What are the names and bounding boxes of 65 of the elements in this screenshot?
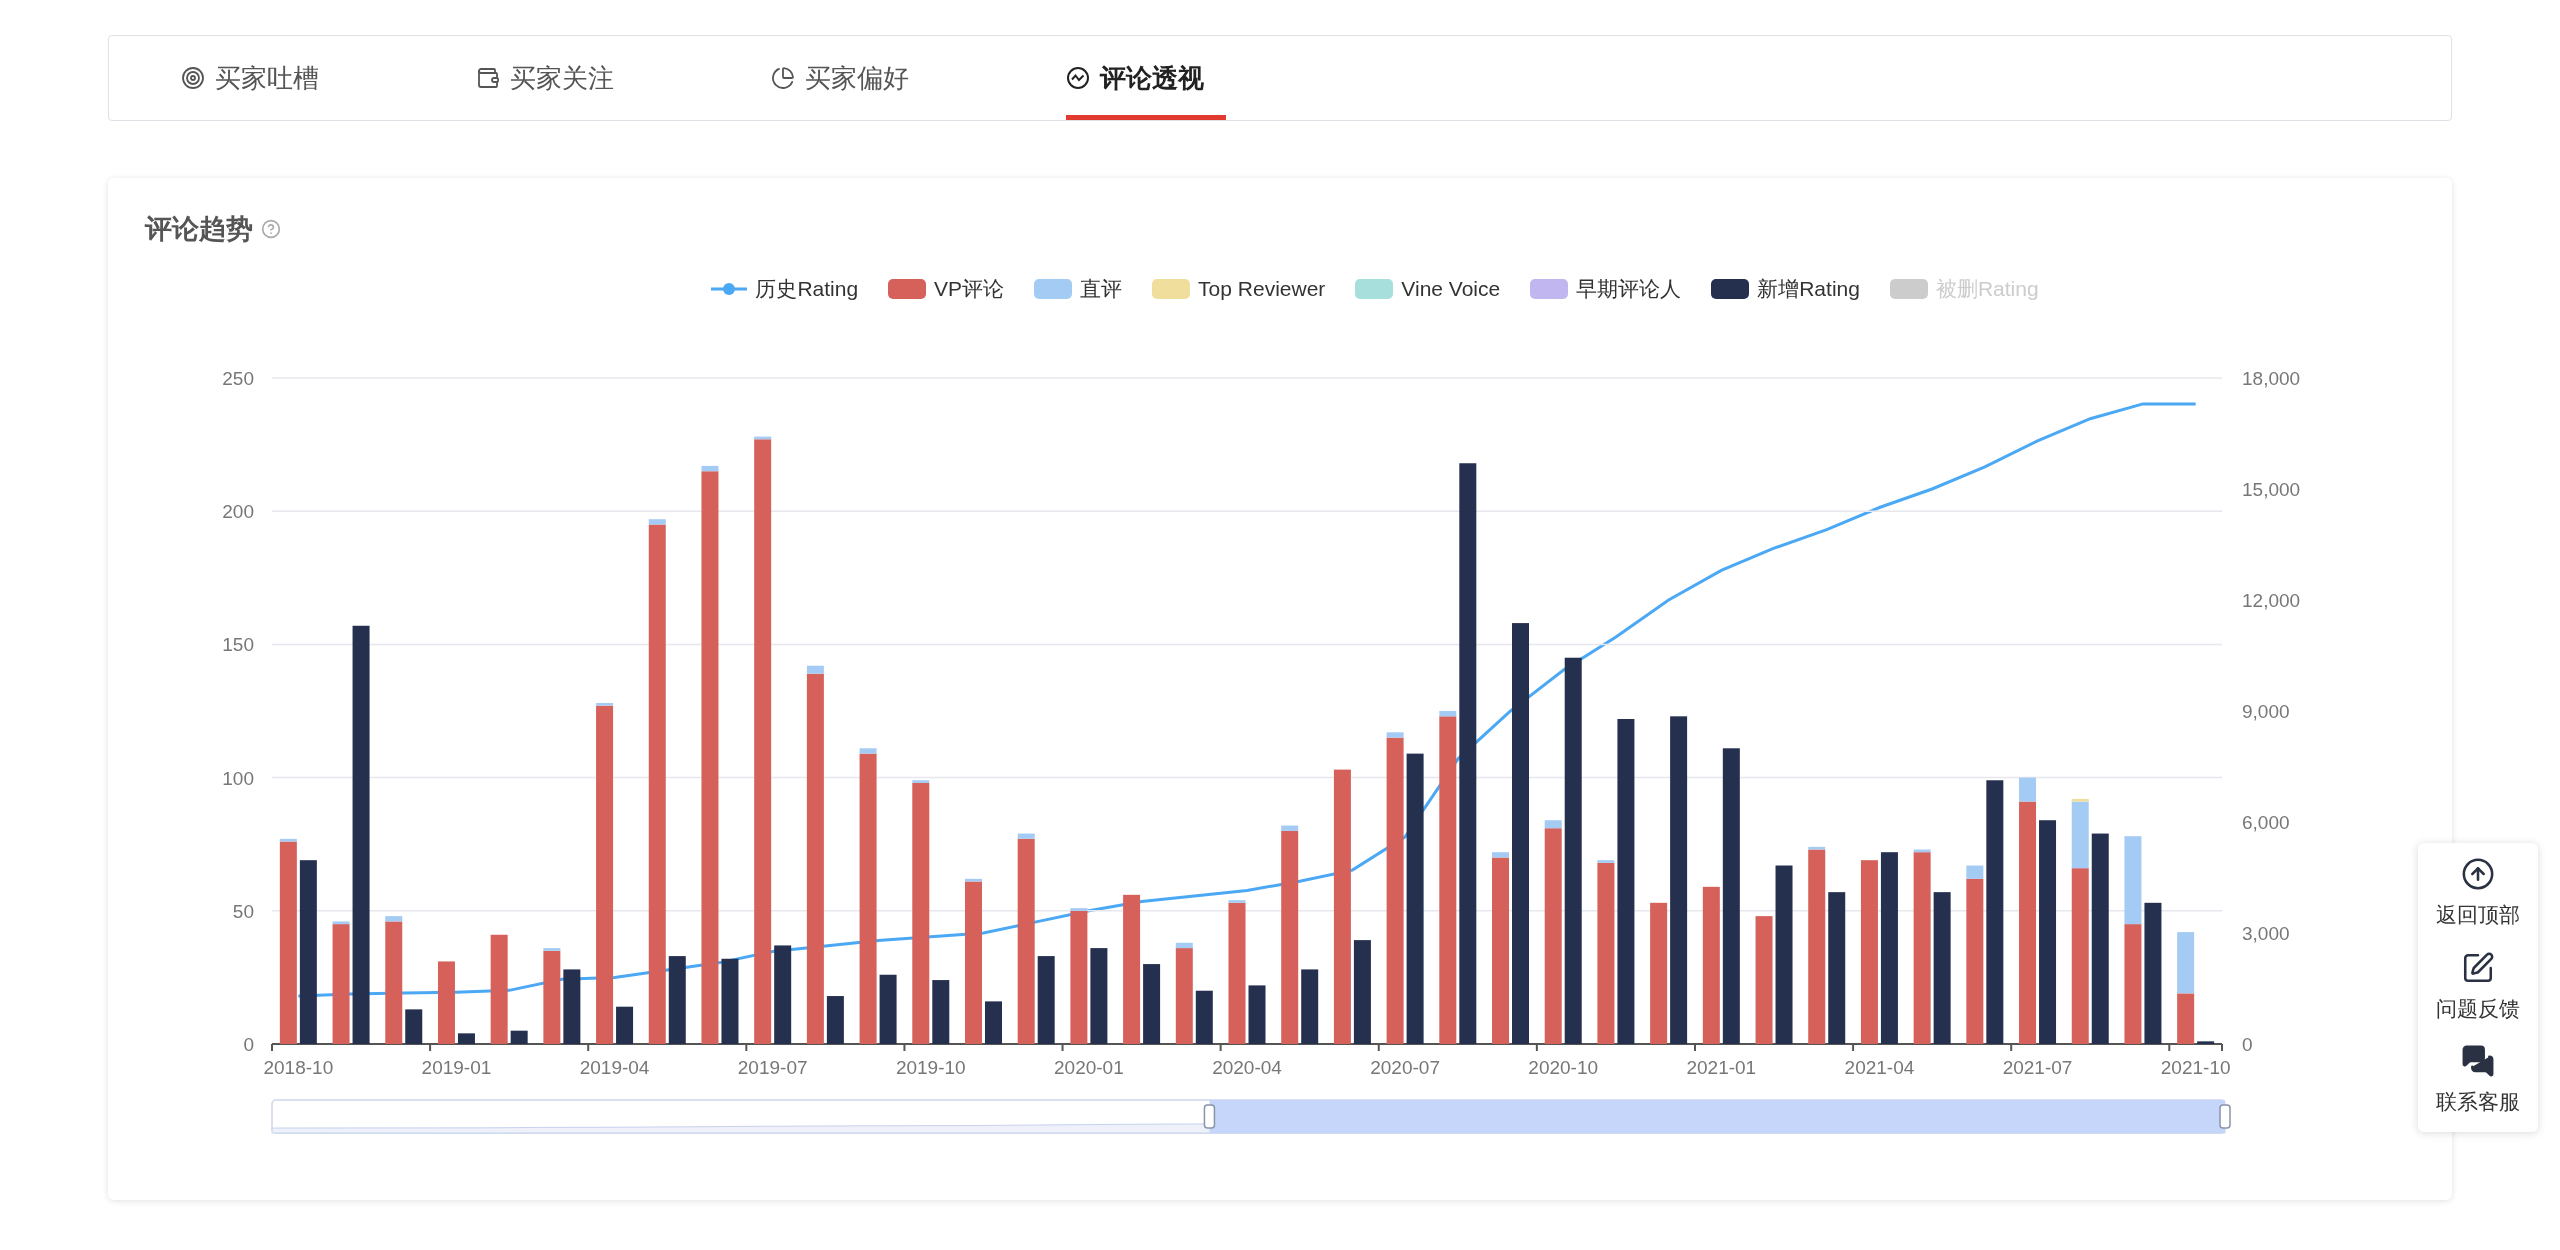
legend-item[interactable]: Top Reviewer: [1198, 273, 1326, 305]
axis-label: 2020-07: [1370, 1057, 1440, 1078]
card-title: 评论趋势: [145, 212, 253, 246]
chat-bubbles-icon: [2461, 1044, 2495, 1078]
axis-label: 2020-10: [1528, 1057, 1599, 1078]
axis-label: 2021-07: [2002, 1057, 2073, 1078]
rating-bar: [932, 980, 950, 1044]
axis-label: 2019-04: [579, 1057, 650, 1078]
side-tool-button[interactable]: 联系客服: [2436, 1044, 2520, 1118]
axis-label: 18,000: [2242, 368, 2301, 389]
legend-item[interactable]: 早期评论人: [1576, 273, 1682, 305]
rating-bar: [826, 996, 844, 1044]
axis-label: 2021-10: [2160, 1057, 2231, 1078]
rating-bar: [457, 1033, 475, 1044]
tab[interactable]: 买家吐槽: [181, 36, 341, 120]
tab[interactable]: 买家偏好: [771, 36, 931, 120]
edit-note-icon: [2461, 950, 2495, 985]
slider-handle[interactable]: [2219, 1104, 2231, 1129]
tab[interactable]: 评论透视: [1066, 36, 1226, 120]
rating-bar: [2197, 1041, 2215, 1044]
target-icon: [181, 66, 205, 90]
side-tool-button[interactable]: 返回顶部: [2436, 857, 2520, 931]
tab[interactable]: 买家关注: [476, 36, 636, 120]
trend-circle-icon: [1066, 66, 1090, 90]
legend-item[interactable]: 历史Rating: [755, 273, 859, 305]
axis-label: 2019-10: [895, 1057, 966, 1078]
axis-label: 100: [222, 767, 254, 789]
rating-bar: [1248, 985, 1266, 1044]
axis-label: 2020-04: [1212, 1057, 1282, 1078]
help-icon[interactable]: [261, 219, 281, 239]
rating-bar: [1195, 990, 1213, 1044]
axis-label: 150: [222, 634, 254, 656]
legend-item[interactable]: 新增Rating: [1757, 273, 1860, 305]
axis-label: 250: [222, 368, 254, 389]
axis-label: 2020-01: [1054, 1057, 1124, 1078]
axis-label: 9,000: [2242, 701, 2290, 722]
pie-chart-icon: [771, 66, 795, 90]
axis-label: 2019-07: [737, 1057, 808, 1078]
axis-label: 2021-04: [1844, 1057, 1915, 1078]
axis-label: 0: [2242, 1034, 2253, 1055]
side-tool-button[interactable]: 问题反馈: [2436, 950, 2520, 1024]
axis-label: 50: [232, 900, 254, 922]
axis-label: 2021-01: [1686, 1057, 1757, 1078]
axis-label: 2019-01: [421, 1057, 492, 1078]
legend-item[interactable]: 直评: [1080, 273, 1123, 305]
wallet-icon: [476, 66, 500, 90]
axis-label: 2018-10: [263, 1057, 334, 1078]
stacked-bar-segment: [2177, 993, 2195, 1044]
axis-label: 3,000: [2242, 923, 2290, 944]
slider-handle[interactable]: [1203, 1104, 1216, 1129]
axis-label: 15,000: [2242, 479, 2301, 500]
axis-label: 6,000: [2242, 812, 2290, 833]
axis-label: 12,000: [2242, 590, 2301, 611]
rating-bar: [616, 1006, 634, 1044]
legend-item[interactable]: VP评论: [934, 273, 1005, 305]
axis-label: 200: [222, 501, 254, 523]
data-zoom-slider[interactable]: [271, 1099, 2226, 1134]
legend-item[interactable]: Vine Voice: [1401, 273, 1501, 305]
rating-bar: [879, 974, 897, 1044]
rating-bar: [985, 1001, 1002, 1044]
arrow-up-circle-icon: [2461, 857, 2495, 891]
stacked-bar-segment: [2177, 932, 2195, 994]
axis-label: 0: [243, 1034, 254, 1055]
rating-bar: [405, 1009, 423, 1044]
rating-bar: [510, 1030, 528, 1044]
